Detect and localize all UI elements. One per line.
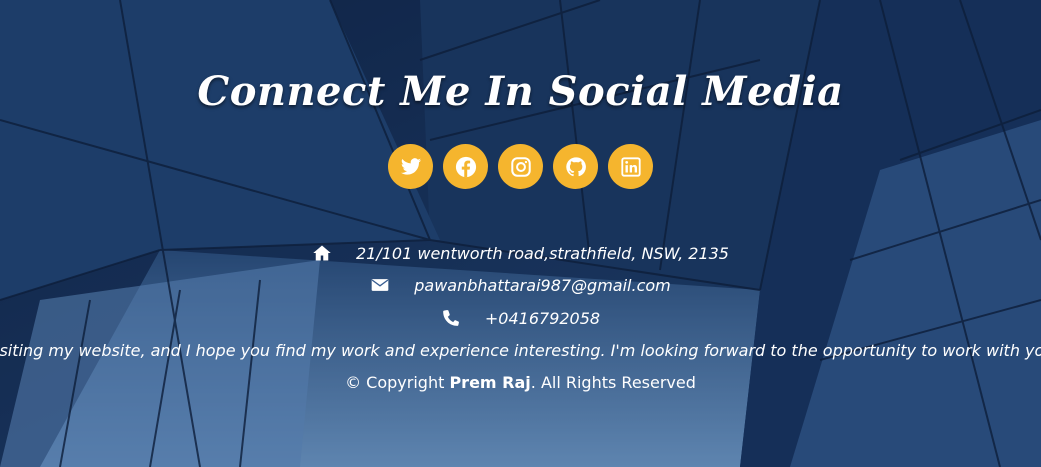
phone-icon	[441, 308, 461, 328]
facebook-icon	[455, 156, 477, 178]
social-links	[0, 144, 1041, 189]
copyright-prefix: © Copyright	[345, 373, 450, 392]
envelope-icon	[370, 275, 390, 295]
instagram-icon	[510, 156, 532, 178]
phone-text: +0416792058	[484, 308, 601, 328]
twitter-button[interactable]	[388, 144, 433, 189]
email-row: pawanbhattarai987@gmail.com	[0, 275, 1041, 295]
section-title: Connect Me In Social Media	[197, 68, 844, 115]
copyright-name: Prem Raj	[449, 373, 531, 392]
phone-row: +0416792058	[0, 308, 1041, 328]
facebook-button[interactable]	[443, 144, 488, 189]
twitter-icon	[400, 156, 422, 178]
linkedin-icon	[620, 156, 642, 178]
social-footer-section: Connect Me In Social Media 21/101 wentwo…	[0, 0, 1041, 467]
marquee-text: isiting my website, and I hope you find …	[0, 341, 1041, 360]
instagram-button[interactable]	[498, 144, 543, 189]
address-row: 21/101 wentworth road,strathfield, NSW, …	[0, 243, 1041, 263]
linkedin-button[interactable]	[608, 144, 653, 189]
home-icon	[312, 243, 332, 263]
copyright: © Copyright Prem Raj. All Rights Reserve…	[0, 373, 1041, 392]
github-button[interactable]	[553, 144, 598, 189]
copyright-suffix: . All Rights Reserved	[530, 373, 696, 392]
address-text: 21/101 wentworth road,strathfield, NSW, …	[356, 243, 729, 263]
welcome-marquee: isiting my website, and I hope you find …	[0, 341, 1041, 360]
github-icon	[565, 156, 587, 178]
email-link[interactable]: pawanbhattarai987@gmail.com	[414, 276, 671, 295]
